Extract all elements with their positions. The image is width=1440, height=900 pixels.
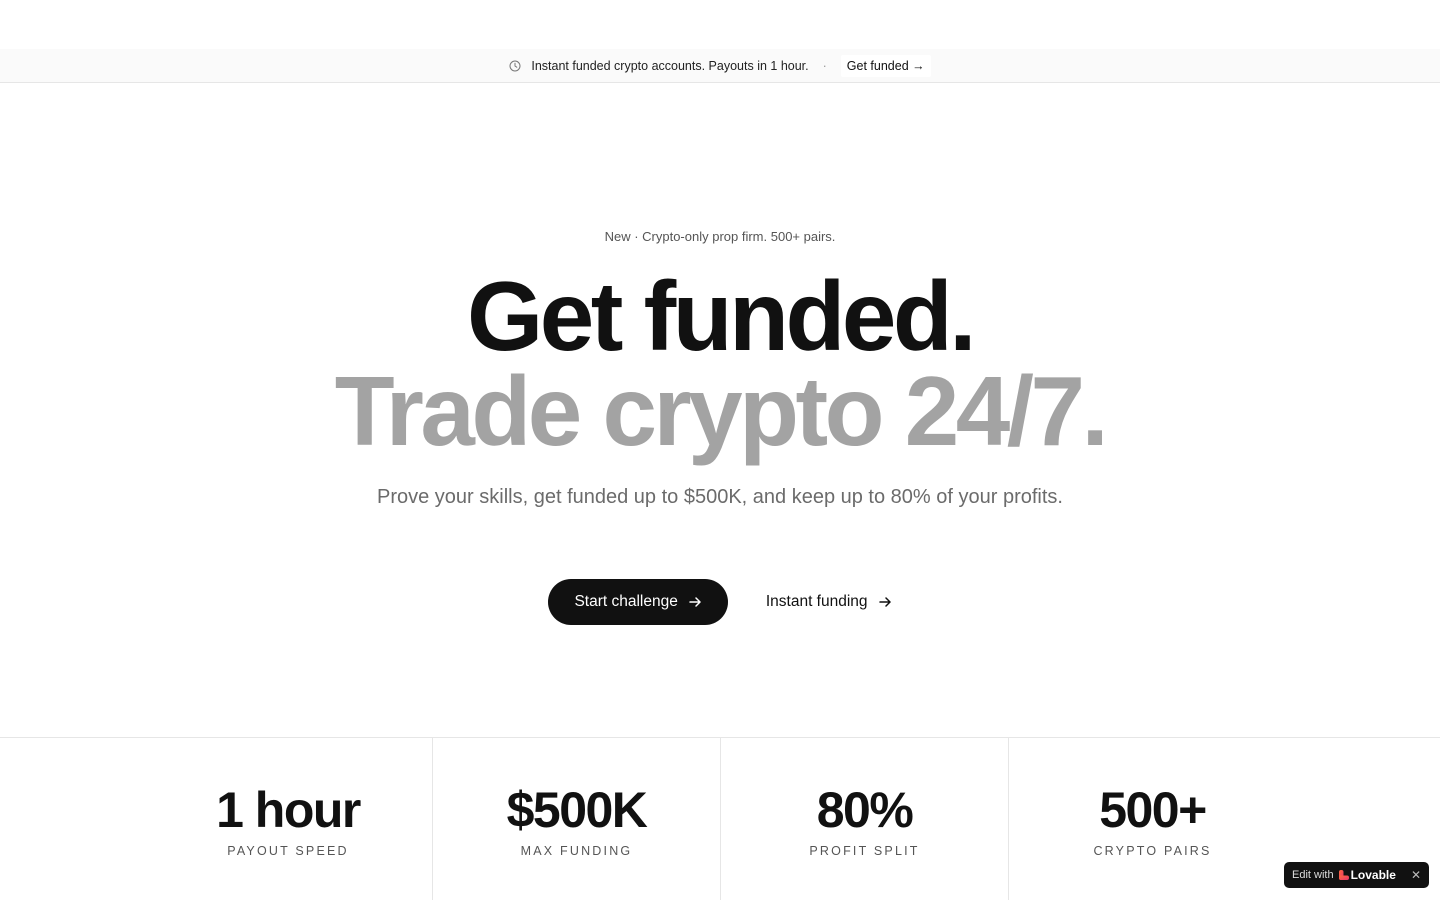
- stat-value: $500K: [506, 782, 648, 838]
- hero-eyebrow: New · Crypto-only prop firm. 500+ pairs.: [604, 229, 836, 244]
- stat-label: PROFIT SPLIT: [809, 844, 920, 858]
- instant-funding-label: Instant funding: [765, 593, 868, 610]
- stats-row: 1 hour PAYOUT SPEED $500K MAX FUNDING 80…: [0, 737, 1440, 900]
- arrow-right-icon: [878, 595, 892, 609]
- clock-icon: [509, 60, 521, 72]
- start-challenge-button[interactable]: Start challenge: [548, 579, 728, 625]
- announcement-separator: ·: [822, 58, 827, 73]
- get-funded-link[interactable]: Get funded →: [840, 54, 931, 77]
- badge-brand-text: Lovable: [1350, 868, 1396, 882]
- lovable-brand: Lovable: [1338, 868, 1396, 882]
- hero-headline-secondary: Trade crypto 24/7.: [334, 356, 1109, 466]
- stat-profit-split: 80% PROFIT SPLIT: [720, 738, 1008, 900]
- announcement-content: Instant funded crypto accounts. Payouts …: [509, 54, 931, 77]
- hero-headline-primary: Get funded.: [467, 261, 976, 371]
- stat-value: 500+: [1099, 782, 1207, 838]
- stat-value: 80%: [816, 782, 914, 838]
- arrow-right-icon: [688, 595, 702, 609]
- start-challenge-label: Start challenge: [574, 593, 678, 610]
- hero-subhead: Prove your skills, get funded up to $500…: [377, 486, 1063, 508]
- announcement-text: Instant funded crypto accounts. Payouts …: [531, 58, 809, 73]
- stat-max-funding: $500K MAX FUNDING: [432, 738, 720, 900]
- lovable-heart-icon: [1338, 870, 1349, 880]
- stat-label: MAX FUNDING: [520, 844, 633, 858]
- instant-funding-button[interactable]: Instant funding: [766, 579, 892, 625]
- stat-crypto-pairs: 500+ CRYPTO PAIRS: [1008, 738, 1296, 900]
- hero-section: New · Crypto-only prop firm. 500+ pairs.…: [0, 83, 1440, 737]
- stat-payout-speed: 1 hour PAYOUT SPEED: [144, 738, 432, 900]
- badge-prefix: Edit with: [1292, 869, 1334, 881]
- stat-label: PAYOUT SPEED: [227, 844, 349, 858]
- close-icon[interactable]: ✕: [1411, 868, 1421, 882]
- announcement-bar: Instant funded crypto accounts. Payouts …: [0, 49, 1440, 83]
- edit-with-lovable-badge[interactable]: Edit with Lovable ✕: [1284, 862, 1429, 888]
- stat-value: 1 hour: [216, 782, 361, 838]
- stat-label: CRYPTO PAIRS: [1093, 844, 1212, 858]
- cta-row: Start challenge Instant funding: [0, 579, 1440, 625]
